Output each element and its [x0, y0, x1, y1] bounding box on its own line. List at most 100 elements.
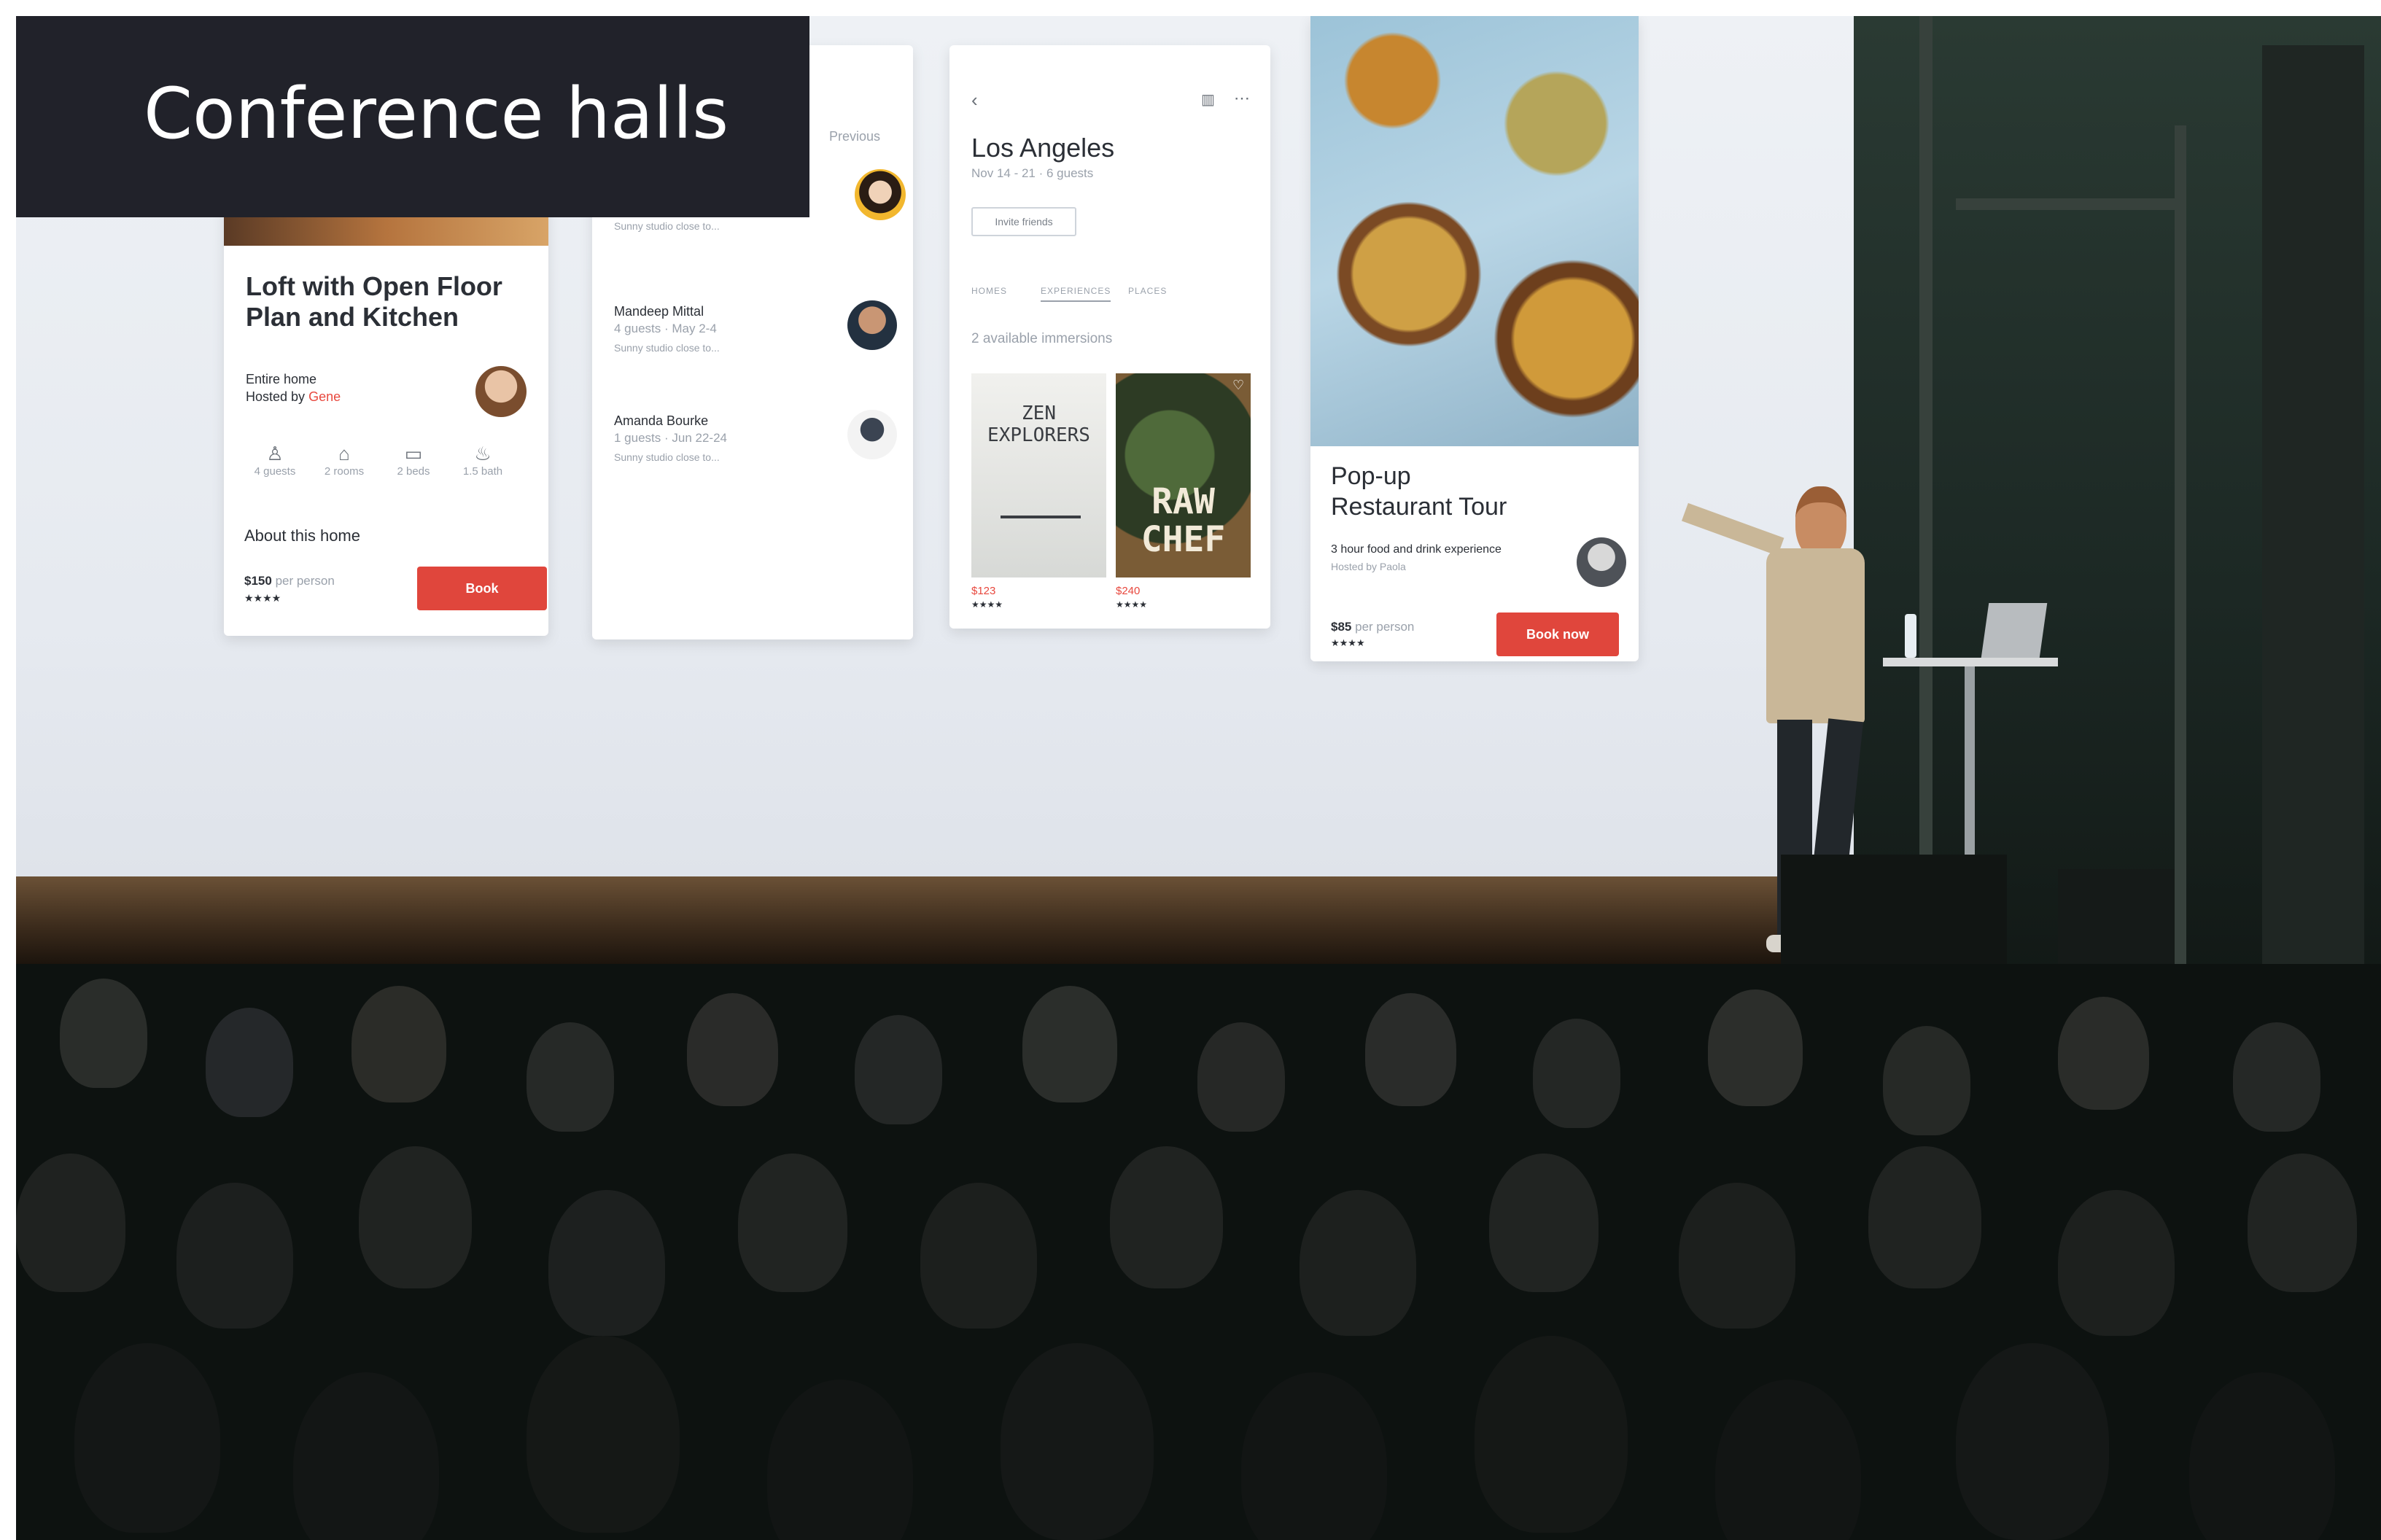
available-count: 2 available immersions [971, 331, 1113, 346]
city-title: Los Angeles [971, 133, 1115, 163]
amenity-label: 2 beds [397, 465, 430, 478]
audience-member [1001, 1343, 1154, 1540]
food-photo [1310, 16, 1639, 446]
book-button[interactable]: Book [417, 567, 547, 610]
tour-price: $85 per person [1331, 620, 1415, 634]
audience-member [60, 979, 147, 1088]
tab-experiences[interactable]: EXPERIENCES [1041, 286, 1111, 302]
book-now-button[interactable]: Book now [1496, 612, 1619, 656]
audience-member [548, 1190, 665, 1336]
rowing-boat [1001, 516, 1081, 518]
water-bottle [1905, 614, 1916, 658]
audience-member [1022, 986, 1117, 1102]
audience-member [920, 1183, 1037, 1329]
snippet: Sunny studio close to... [614, 342, 720, 354]
section-title: Conference halls [144, 73, 729, 155]
amenity-beds: ▭ 2 beds [388, 443, 439, 478]
audience-member [2248, 1154, 2357, 1292]
audience-member [1475, 1336, 1628, 1533]
amenity-guests: ♙ 4 guests [249, 443, 300, 478]
audience-member [527, 1022, 614, 1132]
audience-member [767, 1380, 913, 1540]
audience-member [206, 1008, 293, 1117]
amenity-label: 4 guests [254, 465, 296, 478]
popup-tour-card: Pop-up Restaurant Tour 3 hour food and d… [1310, 16, 1639, 661]
tour-description: 3 hour food and drink experience [1331, 543, 1502, 556]
experience-price: $123 [971, 585, 996, 597]
audience-member [1241, 1372, 1387, 1540]
los-angeles-card: ‹ ▥ ⋯ Los Angeles Nov 14 - 21 · 6 guests… [949, 45, 1270, 629]
trash-icon[interactable]: ▥ [1201, 90, 1215, 109]
scaffold-post [2175, 125, 2186, 964]
scaffold-beam [1956, 198, 2175, 210]
experience-price: $240 [1116, 585, 1141, 597]
guests-icon: ♙ [266, 443, 284, 464]
zen-explorers-cover: ZEN EXPLORERS [971, 373, 1106, 578]
audience-member [2189, 1372, 2335, 1540]
list-item[interactable]: Amanda Bourke 1 guests · Jun 22-24 Sunny… [614, 410, 906, 486]
loft-host-link[interactable]: Gene [308, 389, 341, 404]
cover-title-line2: EXPLORERS [987, 424, 1090, 446]
cover-title-line2: CHEF [1141, 519, 1226, 560]
loft-card: Loft with Open Floor Plan and Kitchen En… [224, 206, 548, 636]
experience-item[interactable]: RAW CHEF ♡ $240 ★★★★ [1116, 373, 1251, 614]
audience-member [1197, 1022, 1285, 1132]
audience-member [359, 1146, 472, 1288]
stage-front [16, 876, 1781, 964]
trip-dates: Nov 14 - 21 · 6 guests [971, 166, 1094, 180]
audience-member [1715, 1380, 1861, 1540]
audience-member [16, 1154, 125, 1292]
audience-member [293, 1372, 439, 1540]
more-icon[interactable]: ⋯ [1234, 89, 1250, 108]
cover-title-line1: RAW [1151, 481, 1215, 522]
tour-title: Pop-up Restaurant Tour [1331, 462, 1507, 521]
heart-icon[interactable]: ♡ [1232, 378, 1244, 393]
contact-meta: 4 guests · May 2-4 [614, 322, 717, 335]
tour-host: Hosted by Paola [1331, 561, 1406, 572]
avatar [855, 169, 906, 220]
raw-chef-cover: RAW CHEF ♡ [1116, 373, 1251, 578]
audience-member [738, 1154, 847, 1292]
contact-name: Mandeep Mittal [614, 304, 704, 319]
audience-member [687, 993, 778, 1106]
contact-meta: 1 guests · Jun 22-24 [614, 431, 727, 445]
avatar [847, 410, 897, 459]
presenter-shirt [1766, 548, 1865, 723]
tab-places[interactable]: PLACES [1128, 286, 1167, 296]
audience-member [1533, 1019, 1620, 1128]
audience-member [855, 1015, 942, 1124]
rating-stars-icon: ★★★★ [1116, 599, 1148, 610]
audience-member [527, 1336, 680, 1533]
amenity-bath: ♨ 1.5 bath [457, 443, 508, 478]
experience-item[interactable]: ZEN EXPLORERS $123 ★★★★ [971, 373, 1106, 614]
audience-member [176, 1183, 293, 1329]
stage-monitor [2058, 869, 2175, 964]
tab-homes[interactable]: HOMES [971, 286, 1007, 296]
amenity-label: 1.5 bath [462, 465, 503, 478]
amenity-rooms: ⌂ 2 rooms [319, 443, 370, 478]
audience-member [1883, 1026, 1970, 1135]
list-item[interactable]: Mandeep Mittal 4 guests · May 2-4 Sunny … [614, 300, 906, 377]
loft-hosted-by: Hosted by Gene [246, 389, 341, 404]
rating-stars-icon: ★★★★ [244, 592, 281, 604]
host-avatar [475, 366, 527, 417]
audience-area [16, 964, 2381, 1540]
about-heading: About this home [244, 526, 360, 545]
door-icon: ⌂ [338, 443, 350, 464]
avatar [847, 300, 897, 350]
equipment-rack [2262, 45, 2364, 964]
cover-title-line1: ZEN [1022, 402, 1056, 424]
contact-name: Amanda Bourke [614, 413, 709, 428]
back-arrow-icon[interactable]: ‹ [971, 89, 978, 112]
invite-friends-button[interactable]: Invite friends [971, 207, 1076, 236]
audience-member [351, 986, 446, 1102]
section-title-banner: Conference halls [16, 16, 809, 217]
rating-stars-icon: ★★★★ [1331, 637, 1365, 648]
audience-member [1300, 1190, 1416, 1336]
snippet: Sunny studio close to... [614, 451, 720, 463]
stage-monitor [1781, 855, 2007, 964]
loft-price: $150 per person [244, 574, 335, 588]
amenity-label: 2 rooms [324, 465, 365, 478]
audience-member [1868, 1146, 1981, 1288]
audience-member [74, 1343, 220, 1533]
